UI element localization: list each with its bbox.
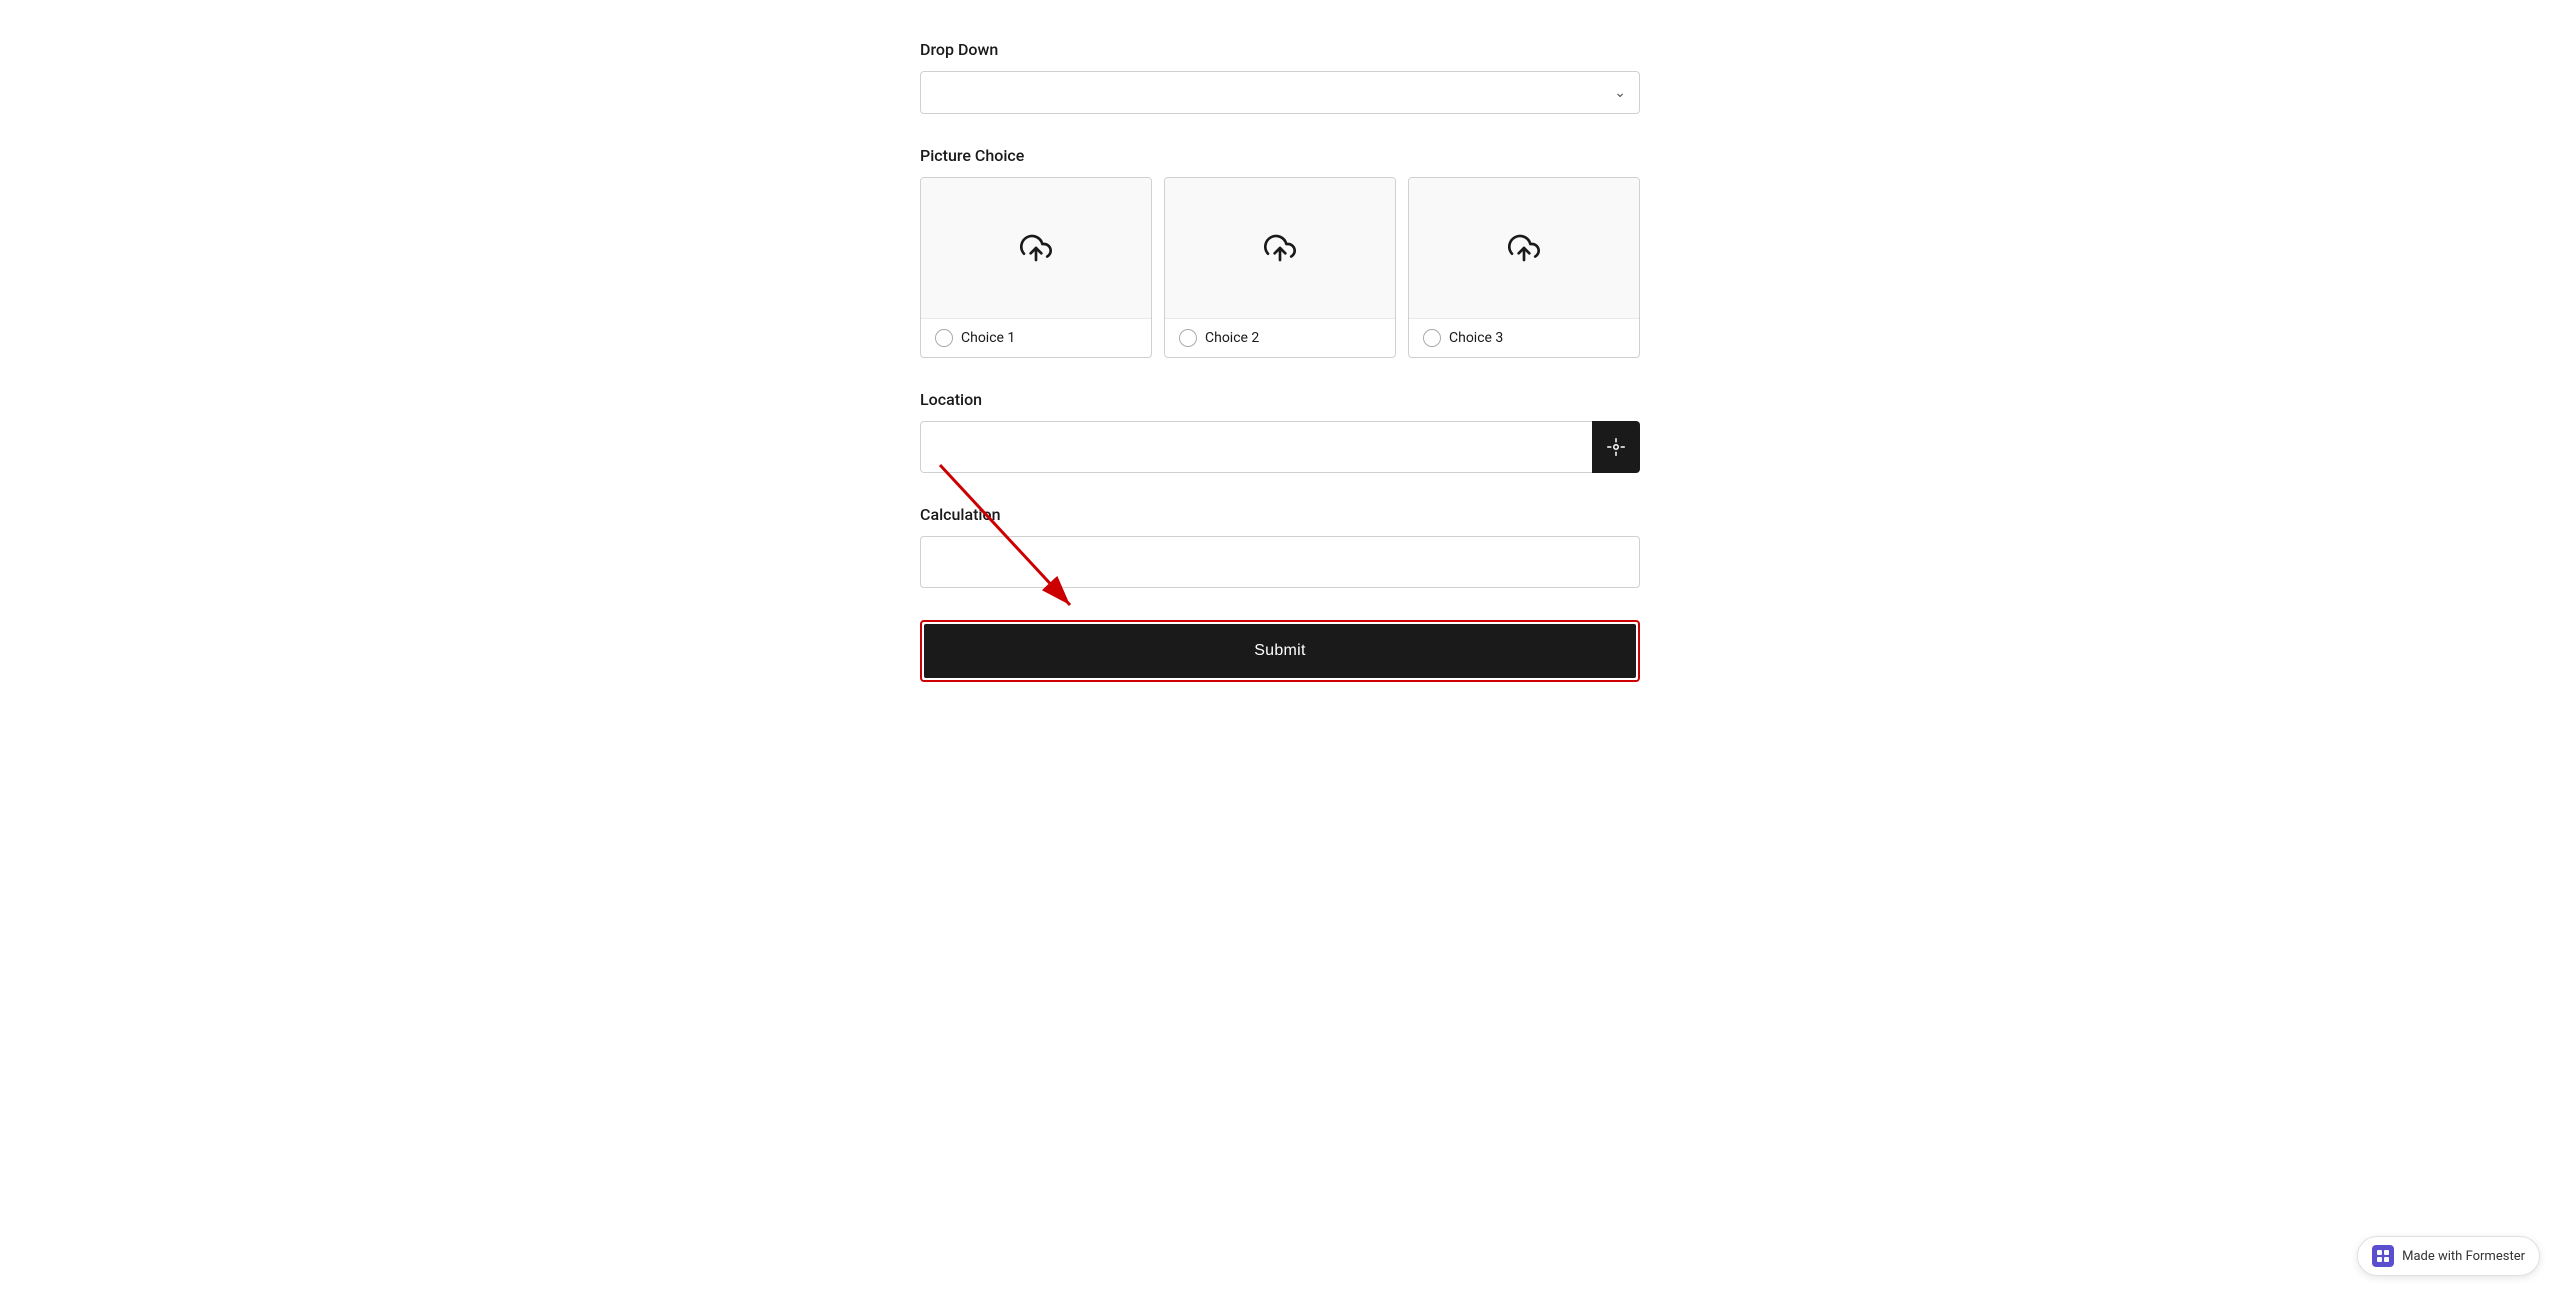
picture-choice-grid: Choice 1: [920, 177, 1640, 358]
location-wrapper: [920, 421, 1640, 473]
picture-choice-item-1[interactable]: Choice 1: [920, 177, 1152, 358]
dropdown-label: Drop Down: [920, 40, 1640, 59]
calculation-section: Calculation: [920, 505, 1640, 588]
location-input-box: [920, 421, 1640, 473]
location-section: Location: [920, 390, 1640, 473]
picture-choice-image-area-3: [1409, 178, 1639, 318]
picture-choice-label-1: Choice 1: [921, 318, 1151, 357]
choice-1-text: Choice 1: [961, 330, 1015, 346]
radio-1[interactable]: [935, 329, 953, 347]
picture-choice-label: Picture Choice: [920, 146, 1640, 165]
formester-badge: Made with Formester: [2357, 1236, 2540, 1276]
choice-2-text: Choice 2: [1205, 330, 1259, 346]
picture-choice-section: Picture Choice: [920, 146, 1640, 358]
picture-choice-label-2: Choice 2: [1165, 318, 1395, 357]
radio-3[interactable]: [1423, 329, 1441, 347]
formester-badge-text: Made with Formester: [2402, 1249, 2525, 1264]
upload-icon-1: [1020, 232, 1052, 264]
picture-choice-item-2[interactable]: Choice 2: [1164, 177, 1396, 358]
submit-button[interactable]: Submit: [924, 624, 1636, 678]
dropdown-select[interactable]: [920, 71, 1640, 114]
picture-choice-item-3[interactable]: Choice 3: [1408, 177, 1640, 358]
submit-wrapper: Submit: [920, 620, 1640, 682]
upload-icon-2: [1264, 232, 1296, 264]
upload-icon-3: [1508, 232, 1540, 264]
location-label: Location: [920, 390, 1640, 409]
dropdown-section: Drop Down ⌄: [920, 40, 1640, 114]
location-pin-button[interactable]: [1592, 421, 1640, 473]
dropdown-wrapper: ⌄: [920, 71, 1640, 114]
formester-icon: [2372, 1245, 2394, 1267]
crosshair-icon: [1607, 438, 1625, 456]
picture-choice-label-3: Choice 3: [1409, 318, 1639, 357]
calculation-label: Calculation: [920, 505, 1640, 524]
calculation-input-box: [920, 536, 1640, 588]
picture-choice-image-area-2: [1165, 178, 1395, 318]
picture-choice-image-area-1: [921, 178, 1151, 318]
submit-section: Submit: [920, 620, 1640, 682]
radio-2[interactable]: [1179, 329, 1197, 347]
choice-3-text: Choice 3: [1449, 330, 1503, 346]
